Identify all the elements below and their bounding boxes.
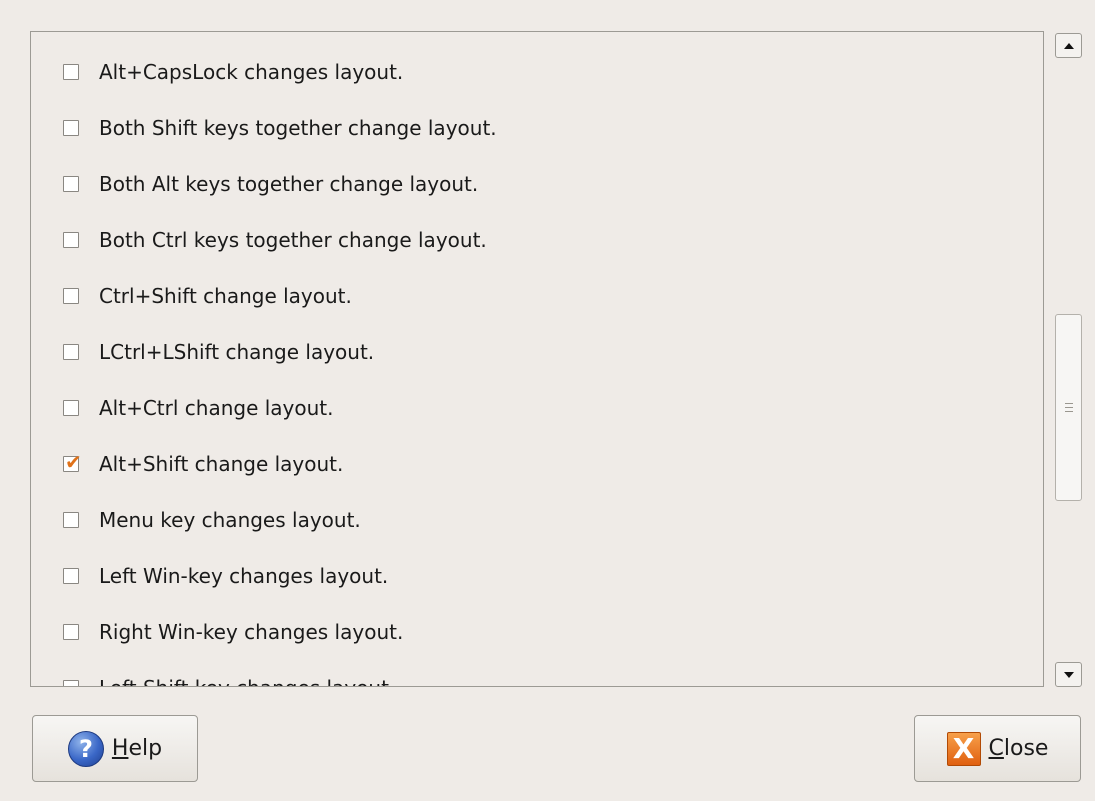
option-label: Both Ctrl keys together change layout. <box>99 228 487 252</box>
option-label: Both Shift keys together change layout. <box>99 116 497 140</box>
help-button-label: Help <box>112 736 162 761</box>
option-checkbox[interactable] <box>63 568 79 584</box>
option-row[interactable]: Left Win-key changes layout. <box>63 548 963 604</box>
help-icon: ? <box>67 730 104 767</box>
option-label: LCtrl+LShift change layout. <box>99 340 375 364</box>
vertical-scrollbar[interactable] <box>1055 31 1084 688</box>
option-checkbox[interactable] <box>63 344 79 360</box>
option-checkbox[interactable] <box>63 232 79 248</box>
option-row[interactable]: LCtrl+LShift change layout. <box>63 324 963 380</box>
scroll-up-button[interactable] <box>1055 33 1082 58</box>
option-row[interactable]: ✔ Alt+Shift change layout. <box>63 436 963 492</box>
close-button-label: Close <box>989 736 1049 761</box>
option-checkbox[interactable] <box>63 288 79 304</box>
help-label-rest: elp <box>128 736 163 761</box>
option-row[interactable]: Both Ctrl keys together change layout. <box>63 212 963 268</box>
scrollbar-thumb[interactable] <box>1055 314 1082 501</box>
grip-line <box>1065 407 1073 408</box>
option-label: Ctrl+Shift change layout. <box>99 284 352 308</box>
option-label: Alt+CapsLock changes layout. <box>99 60 404 84</box>
option-row[interactable]: Alt+CapsLock changes layout. <box>63 44 963 100</box>
arrow-up-icon <box>1063 42 1074 49</box>
option-row[interactable]: Menu key changes layout. <box>63 492 963 548</box>
option-row[interactable]: Right Win-key changes layout. <box>63 604 963 660</box>
help-mnemonic: H <box>111 736 129 761</box>
option-checkbox[interactable] <box>63 680 79 686</box>
checkmark-icon: ✔ <box>65 450 82 474</box>
close-mnemonic: C <box>988 736 1004 761</box>
option-label: Left Win-key changes layout. <box>99 564 389 588</box>
option-checkbox[interactable]: ✔ <box>63 452 82 472</box>
option-checkbox[interactable] <box>63 120 79 136</box>
close-button[interactable]: X Close <box>914 715 1081 782</box>
arrow-down-icon <box>1063 671 1074 678</box>
option-checkbox[interactable] <box>63 64 79 80</box>
option-row[interactable]: Ctrl+Shift change layout. <box>63 268 963 324</box>
option-label: Both Alt keys together change layout. <box>99 172 479 196</box>
layout-options-panel: Alt+CapsLock changes layout. Both Shift … <box>30 31 1044 687</box>
option-row[interactable]: Left Shift key changes layout. <box>63 660 963 686</box>
option-label: Right Win-key changes layout. <box>99 620 404 644</box>
option-label: Left Shift key changes layout. <box>99 676 395 686</box>
option-label: Alt+Ctrl change layout. <box>99 396 334 420</box>
option-row[interactable]: Alt+Ctrl change layout. <box>63 380 963 436</box>
option-checkbox[interactable] <box>63 176 79 192</box>
option-row[interactable]: Both Alt keys together change layout. <box>63 156 963 212</box>
option-checkbox[interactable] <box>63 400 79 416</box>
grip-line <box>1065 403 1073 404</box>
option-label: Alt+Shift change layout. <box>99 452 344 476</box>
help-button[interactable]: ? Help <box>32 715 198 782</box>
option-checkbox[interactable] <box>63 624 79 640</box>
option-checkbox[interactable] <box>63 512 79 528</box>
grip-line <box>1065 411 1073 412</box>
scroll-down-button[interactable] <box>1055 662 1082 687</box>
option-label: Menu key changes layout. <box>99 508 361 532</box>
close-label-rest: lose <box>1003 736 1049 761</box>
option-row[interactable]: Both Shift keys together change layout. <box>63 100 963 156</box>
close-icon: X <box>946 731 981 766</box>
